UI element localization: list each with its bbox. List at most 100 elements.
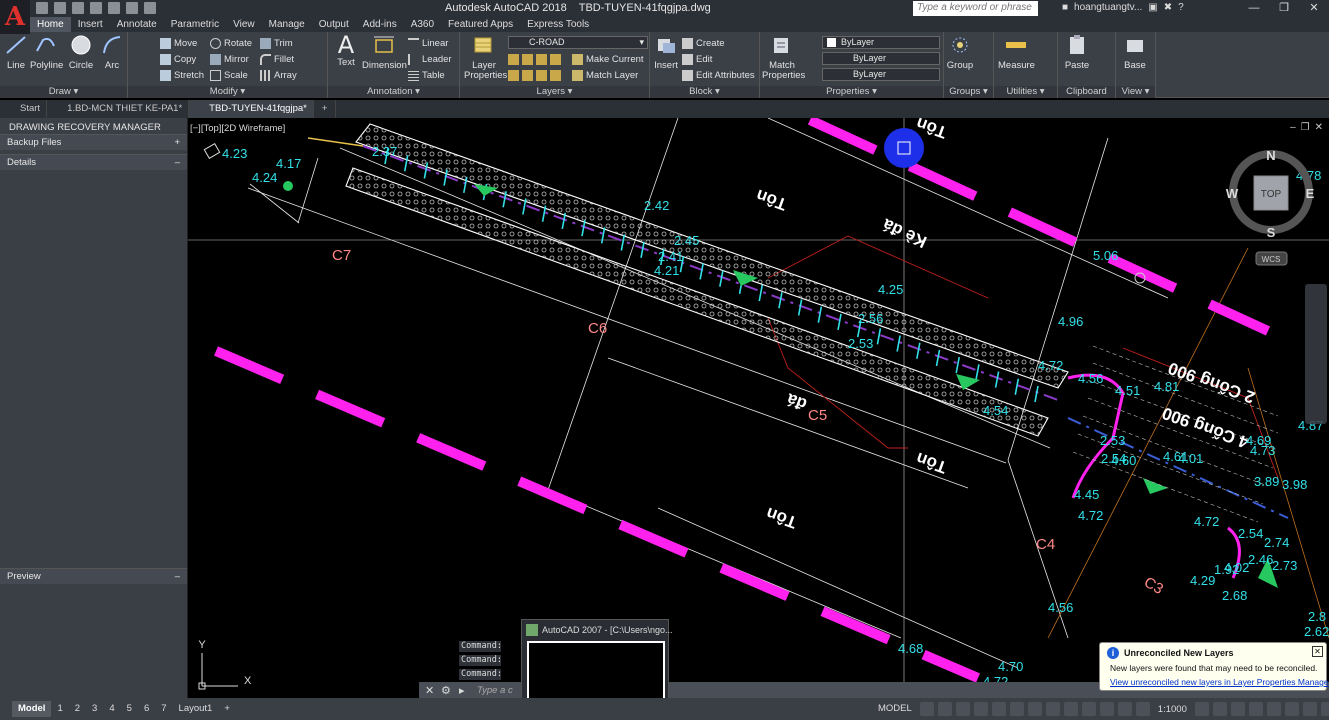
minimize-viewport-icon[interactable]: – [1290,122,1296,133]
tab-insert[interactable]: Insert [71,17,110,32]
model-space-toggle[interactable]: MODEL [874,701,916,717]
add-layout-button[interactable]: + [218,701,236,717]
tab-annotate[interactable]: Annotate [110,17,164,32]
stretch-button[interactable]: Stretch [160,68,204,82]
hardware-acceleration-icon[interactable] [1284,702,1299,716]
cart-icon[interactable]: ▣ [1148,2,1157,13]
exchange-icon[interactable]: ✖ [1164,2,1172,13]
balloon-link[interactable]: View unreconciled new layers in Layer Pr… [1110,677,1329,687]
properties-panel-title[interactable]: Properties ▾ [760,86,943,98]
units-icon[interactable] [1230,702,1245,716]
new-file-icon[interactable] [36,2,48,14]
minimize-icon[interactable]: — [1239,0,1269,17]
file-tab-tbd-tuyen[interactable]: TBD-TUYEN-41fqgjpa* [189,100,314,118]
layout-tab-7[interactable]: 7 [155,701,172,717]
view-panel-title[interactable]: View ▾ [1116,86,1155,98]
help-icon[interactable]: ? [1178,2,1184,13]
linear-dim-button[interactable]: Linear [408,36,448,50]
save-as-icon[interactable] [90,2,102,14]
move-button[interactable]: Move [160,36,197,50]
tab-add-ins[interactable]: Add-ins [356,17,404,32]
array-button[interactable]: Array [260,68,297,82]
layout-tab-model[interactable]: Model [12,701,52,717]
transparency-icon[interactable] [1063,702,1078,716]
layout-tab-3[interactable]: 3 [86,701,103,717]
isolate-objects-icon[interactable] [1266,702,1281,716]
viewport-controls-label[interactable]: [−][Top][2D Wireframe] [190,123,285,134]
save-icon[interactable] [72,2,84,14]
scale-button[interactable]: Scale [210,68,248,82]
tab-manage[interactable]: Manage [262,17,312,32]
viewcube[interactable]: TOP N S E W WCS [1226,148,1315,266]
fillet-button[interactable]: Fillet [260,52,294,66]
maximize-viewport-icon[interactable]: ❐ [1301,122,1310,133]
snap-icon[interactable] [937,702,952,716]
balloon-close-icon[interactable]: ✕ [1312,646,1323,657]
paste-button[interactable]: Paste [1064,34,1090,71]
draw-panel-title[interactable]: Draw ▾ [0,86,127,98]
new-tab-button[interactable]: + [314,100,337,118]
arc-button[interactable]: Arc [100,34,124,71]
polyline-button[interactable]: Polyline [30,34,63,71]
user-name[interactable]: hoangtuangtv... [1074,2,1142,13]
3d-osnap-icon[interactable] [1099,702,1114,716]
selection-cycling-icon[interactable] [1081,702,1096,716]
annotation-visibility-icon[interactable] [1117,702,1132,716]
restore-icon[interactable]: ❐ [1269,0,1299,17]
ortho-icon[interactable] [955,702,970,716]
layer-properties-button[interactable]: Layer Properties [464,34,507,81]
match-properties-button[interactable]: Match Properties [762,34,805,81]
lineweight-dropdown[interactable]: ByLayer [822,68,940,81]
compass-east[interactable]: E [1306,186,1315,201]
rotate-button[interactable]: Rotate [210,36,252,50]
create-block-button[interactable]: Create [682,36,725,50]
annotation-scale[interactable]: 1:1000 [1154,704,1191,715]
workspace-icon[interactable] [1194,702,1209,716]
object-snap-tracking-icon[interactable] [1009,702,1024,716]
measure-button[interactable]: Measure [998,34,1035,71]
layout-tab-6[interactable]: 6 [138,701,155,717]
compass-west[interactable]: W [1226,186,1239,201]
annotation-panel-title[interactable]: Annotation ▾ [328,86,459,98]
layer-tools-row1[interactable] [508,52,561,66]
compass-north[interactable]: N [1266,148,1275,163]
search-input[interactable]: Type a keyword or phrase [913,1,1038,16]
plot-icon[interactable] [108,2,120,14]
base-view-button[interactable]: Base [1122,34,1148,71]
navigation-bar[interactable] [1305,284,1327,424]
clean-screen-icon[interactable] [1302,702,1317,716]
drawing-canvas[interactable]: C7 C6 C5 C4 C3 Tôn Tôn Kè đá đá Tôn Tôn … [188,118,1329,698]
layout-tab-layout1[interactable]: Layout1 [173,701,219,717]
modify-panel-title[interactable]: Modify ▾ [128,86,327,98]
auto-scale-icon[interactable] [1135,702,1150,716]
block-panel-title[interactable]: Block ▾ [650,86,759,98]
color-dropdown[interactable]: ByLayer [822,36,940,49]
layout-tab-4[interactable]: 4 [103,701,120,717]
close-command-line-icon[interactable]: ✕ [425,684,434,697]
trim-button[interactable]: Trim [260,36,293,50]
group-button[interactable]: Group [946,34,974,71]
edit-block-button[interactable]: Edit [682,52,712,66]
tab-parametric[interactable]: Parametric [164,17,226,32]
layout-tab-5[interactable]: 5 [121,701,138,717]
layout-tab-1[interactable]: 1 [51,701,68,717]
command-prompt-icon[interactable]: ▸ [459,684,465,697]
quick-properties-icon[interactable] [1248,702,1263,716]
circle-button[interactable]: Circle [67,34,95,71]
dimension-button[interactable]: Dimension [362,34,407,71]
line-button[interactable]: Line [4,34,28,71]
groups-panel-title[interactable]: Groups ▾ [944,86,993,98]
table-button[interactable]: Table [408,68,445,82]
tab-home[interactable]: Home [30,17,71,32]
undo-icon[interactable] [126,2,138,14]
command-input[interactable]: Type a c [477,685,513,696]
layer-dropdown[interactable]: C-ROAD ▾ [508,36,648,49]
linetype-dropdown[interactable]: ByLayer [822,52,940,65]
details-section[interactable]: Details – [0,154,187,170]
insert-block-button[interactable]: Insert [652,34,680,71]
tab-view[interactable]: View [226,17,262,32]
tab-a360[interactable]: A360 [404,17,441,32]
backup-files-section[interactable]: Backup Files + [0,134,187,150]
isodraft-icon[interactable] [991,702,1006,716]
autocad-logo-icon[interactable]: A [0,0,30,34]
